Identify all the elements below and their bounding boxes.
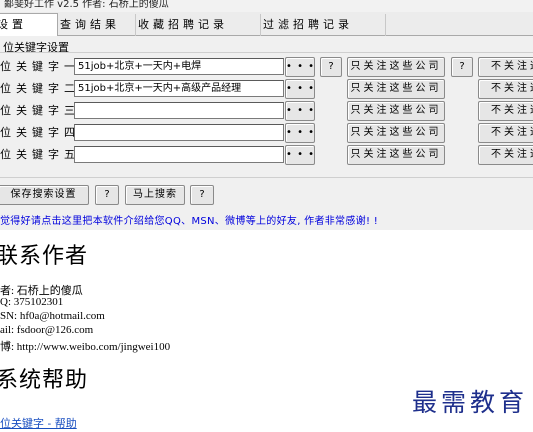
watermark-logo: 最需教育 (412, 388, 529, 417)
help-heading: 系统帮助 (0, 368, 89, 393)
tab-filtered-records[interactable]: 过滤招聘记录 (261, 14, 386, 36)
keyword-label-4: 位关键字四 (0, 126, 80, 139)
not-follow-companies-button-4[interactable]: 不关注这 (478, 123, 533, 143)
only-follow-companies-button-4[interactable]: 只关注这些公司 (347, 123, 445, 143)
only-follow-help-button[interactable]: ? (451, 57, 473, 77)
window-title: 鄙斐好工作 v2.5 作者: 石桥上的傻瓜 (4, 0, 169, 10)
save-search-settings-button[interactable]: 保存搜索设置 (0, 185, 89, 205)
keyword-label-1: 位关键字一 (0, 60, 80, 73)
keyword-input-3[interactable] (74, 102, 284, 119)
bottom-divider (0, 177, 533, 178)
tab-bar: 设置 查询结果 收藏招聘记录 过滤招聘记录 (0, 12, 533, 37)
only-follow-companies-button-5[interactable]: 只关注这些公司 (347, 145, 445, 165)
share-link[interactable]: 觉得好请点击这里把本软件介绍给您QQ、MSN、微博等上的好友, 作者非常感谢! … (0, 212, 378, 227)
only-follow-companies-button-3[interactable]: 只关注这些公司 (347, 101, 445, 121)
keyword-help-button-1[interactable]: ? (320, 57, 342, 77)
tab-saved-records[interactable]: 收藏招聘记录 (136, 14, 261, 36)
group-divider (0, 52, 533, 53)
keyword-help-link[interactable]: 位关键字 - 帮助 (0, 415, 77, 431)
keyword-browse-button-5[interactable]: • • • (285, 145, 315, 165)
window-titlebar: 鄙斐好工作 v2.5 作者: 石桥上的傻瓜 (0, 0, 533, 12)
keyword-browse-button-4[interactable]: • • • (285, 123, 315, 143)
tab-settings[interactable]: 设置 (0, 13, 58, 37)
keyword-input-1[interactable]: 51job+北京+一天内+电焊 (74, 58, 284, 75)
keyword-input-4[interactable] (74, 124, 284, 141)
keyword-browse-button-3[interactable]: • • • (285, 101, 315, 121)
only-follow-companies-button-2[interactable]: 只关注这些公司 (347, 79, 445, 99)
msn-line: SN: hf0a@hotmail.com (0, 310, 105, 322)
not-follow-companies-button-2[interactable]: 不关注这 (478, 79, 533, 99)
email-line: ail: fsdoor@126.com (0, 324, 94, 336)
save-help-button[interactable]: ? (95, 185, 119, 205)
keyword-browse-button-1[interactable]: • • • (285, 57, 315, 77)
keyword-input-5[interactable] (74, 146, 284, 163)
info-content: 联系作者 者: 石桥上的傻瓜 Q: 375102301 SN: hf0a@hot… (0, 230, 533, 432)
tab-query-results[interactable]: 查询结果 (58, 14, 136, 36)
not-follow-companies-button-5[interactable]: 不关注这 (478, 145, 533, 165)
weibo-line: 博: http://www.weibo.com/jingwei100 (0, 341, 171, 353)
settings-panel: 位关键字设置 位关键字一 51job+北京+一天内+电焊 • • • ? 只关注… (0, 36, 533, 230)
keyword-label-5: 位关键字五 (0, 148, 80, 161)
qq-line: Q: 375102301 (0, 296, 64, 308)
contact-heading: 联系作者 (0, 244, 89, 269)
not-follow-companies-button-3[interactable]: 不关注这 (478, 101, 533, 121)
not-follow-companies-button-1[interactable]: 不关注这 (478, 57, 533, 77)
keyword-input-2[interactable]: 51job+北京+一天内+高级产品经理 (74, 80, 284, 97)
only-follow-companies-button-1[interactable]: 只关注这些公司 (347, 57, 445, 77)
search-help-button[interactable]: ? (190, 185, 214, 205)
keyword-label-3: 位关键字三 (0, 104, 80, 117)
search-now-button[interactable]: 马上搜索 (125, 185, 185, 205)
keyword-label-2: 位关键字二 (0, 82, 80, 95)
keyword-browse-button-2[interactable]: • • • (285, 79, 315, 99)
